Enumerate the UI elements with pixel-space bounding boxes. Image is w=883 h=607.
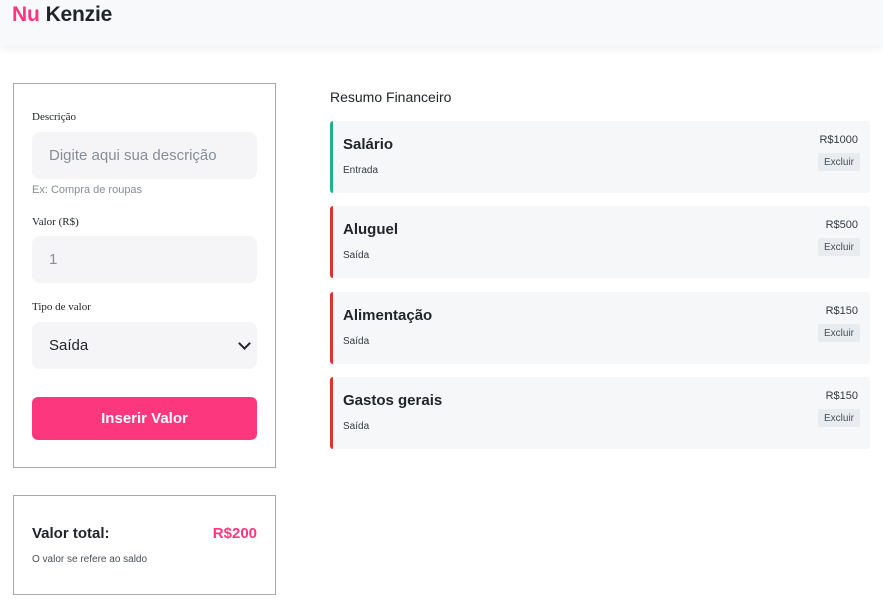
entry-title: Alimentação xyxy=(343,307,433,324)
value-input[interactable]: 1 xyxy=(32,236,257,283)
description-hint: Ex: Compra de roupas xyxy=(32,184,143,196)
description-label: Descrição xyxy=(32,111,76,123)
value-input-text: 1 xyxy=(49,251,58,268)
entry-title: Aluguel xyxy=(343,221,398,238)
total-card: Valor total: R$200 O valor se refere ao … xyxy=(13,495,276,595)
total-note: O valor se refere ao saldo xyxy=(32,554,148,565)
logo-kenzie: Kenzie xyxy=(45,3,113,26)
logo-nu: Nu xyxy=(12,3,40,26)
description-input[interactable]: Digite aqui sua descrição xyxy=(32,132,257,179)
delete-button[interactable]: Excluir xyxy=(817,153,860,171)
total-label: Valor total: xyxy=(32,525,110,542)
entry-type: Saída xyxy=(343,250,370,261)
entry-title: Gastos gerais xyxy=(343,392,443,409)
entry-title: Salário xyxy=(343,136,394,153)
entry-amount: R$150 xyxy=(825,390,858,402)
type-label: Tipo de valor xyxy=(32,301,91,313)
total-value: R$200 xyxy=(212,525,257,542)
list-item: Alimentação Saída R$150 Excluir xyxy=(330,292,870,364)
entry-amount: R$500 xyxy=(825,219,858,231)
list-item: Salário Entrada R$1000 Excluir xyxy=(330,121,870,193)
entry-type: Entrada xyxy=(343,165,379,176)
type-select[interactable]: Saída xyxy=(32,322,257,369)
top-header: Nu Kenzie xyxy=(0,0,883,46)
entry-form: Descrição Digite aqui sua descrição Ex: … xyxy=(13,83,276,468)
delete-button[interactable]: Excluir xyxy=(817,409,860,427)
chevron-down-icon xyxy=(238,336,251,350)
summary-title: Resumo Financeiro xyxy=(330,89,452,105)
type-selected-text: Saída xyxy=(49,337,89,354)
delete-button[interactable]: Excluir xyxy=(817,324,860,342)
value-label: Valor (R$) xyxy=(32,216,79,228)
delete-button[interactable]: Excluir xyxy=(817,238,860,256)
list-item: Aluguel Saída R$500 Excluir xyxy=(330,206,870,278)
entry-type: Saída xyxy=(343,421,370,432)
entry-amount: R$150 xyxy=(825,305,858,317)
list-item: Gastos gerais Saída R$150 Excluir xyxy=(330,377,870,449)
description-placeholder: Digite aqui sua descrição xyxy=(49,147,217,164)
logo: Nu Kenzie xyxy=(12,3,112,27)
insert-value-button[interactable]: Inserir Valor xyxy=(32,397,257,440)
entry-amount: R$1000 xyxy=(819,134,858,146)
entry-type: Saída xyxy=(343,336,370,347)
